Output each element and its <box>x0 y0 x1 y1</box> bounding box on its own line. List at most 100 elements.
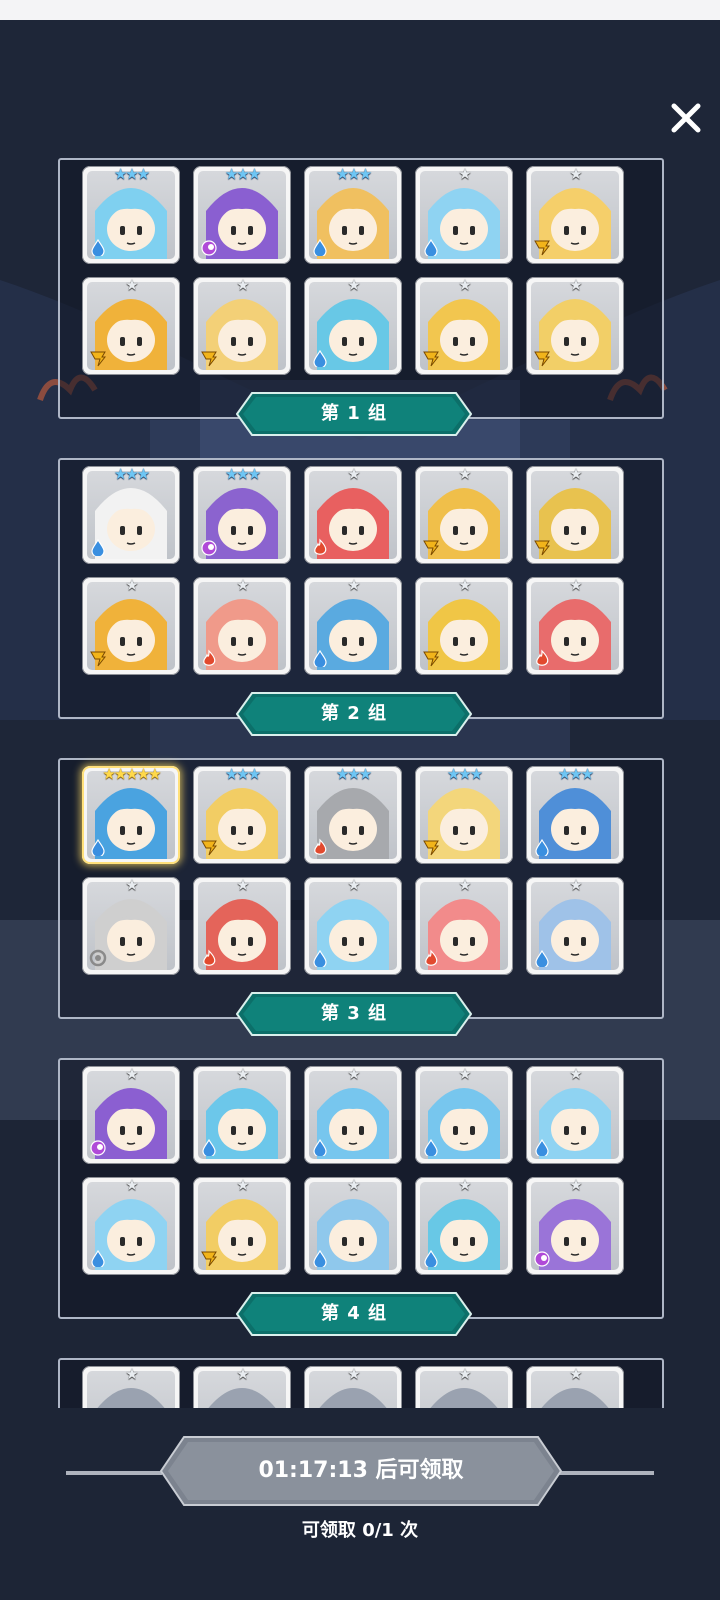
hero-card-angel[interactable]: ★ <box>193 1177 291 1275</box>
hero-card-blue-dragon[interactable]: ★ <box>193 1066 291 1164</box>
dark-element-icon <box>200 238 218 256</box>
hero-card-treasure-box[interactable]: ★ <box>415 577 513 675</box>
light-element-icon <box>200 1249 218 1267</box>
light-element-icon <box>422 649 440 667</box>
group-label-ribbon: 第 3 组 <box>236 992 472 1036</box>
star-rating: ★ <box>569 166 582 183</box>
star-rating: ★ <box>347 466 360 483</box>
star-rating: ★ <box>236 577 249 594</box>
hero-card-fox-staff[interactable]: ★ <box>415 466 513 564</box>
light-element-icon <box>422 538 440 556</box>
status-bar <box>0 0 720 20</box>
hero-card-dragon-head[interactable]: ★ <box>304 277 402 375</box>
close-button[interactable] <box>664 96 708 140</box>
hero-card-red-knight[interactable]: ★ <box>526 577 624 675</box>
star-rating: ★ <box>125 577 138 594</box>
hero-card-block-guy[interactable]: ★ <box>82 277 180 375</box>
water-element-icon <box>200 1138 218 1158</box>
hero-card-unicorn-knight[interactable]: ★ <box>415 277 513 375</box>
water-element-icon <box>89 538 107 558</box>
hero-card-partial[interactable]: ★ <box>415 1366 513 1408</box>
water-element-icon <box>533 949 551 969</box>
hero-card-partial[interactable]: ★ <box>193 1366 291 1408</box>
dark-element-icon <box>200 538 218 556</box>
star-rating: ★ <box>125 877 138 894</box>
hero-card-dragon-head-purple[interactable]: ★ <box>526 1177 624 1275</box>
dark-element-icon <box>89 1138 107 1156</box>
star-rating: ★★★ <box>113 466 150 483</box>
star-rating: ★ <box>458 166 471 183</box>
hero-card-ram-horn-blue[interactable]: ★ <box>82 1177 180 1275</box>
light-element-icon <box>422 838 440 856</box>
hero-card-skull-blue[interactable]: ★ <box>415 1066 513 1164</box>
light-element-icon <box>200 838 218 856</box>
light-element-icon <box>89 649 107 667</box>
hero-card-ram-horn-blue[interactable]: ★ <box>526 1066 624 1164</box>
star-rating: ★ <box>569 877 582 894</box>
hero-card-block-guy[interactable]: ★ <box>82 577 180 675</box>
hero-card-cat-girl[interactable]: ★ <box>526 166 624 264</box>
hero-card-gold-helm[interactable]: ★ <box>526 466 624 564</box>
hero-card-ice-princess[interactable]: ★★★ <box>82 166 180 264</box>
group-list[interactable]: ★★★ ★★★ ★★★ ★ ★ ★ ★ ★ ★ ★ 第 1 组 ★★★ ★★★ ★ ★ ★ ★ ★ ★ ★ ★ 第 2 组… <box>0 150 720 1408</box>
star-rating: ★ <box>569 466 582 483</box>
hero-card-cat-ears[interactable]: ★ <box>304 877 402 975</box>
light-element-icon <box>422 349 440 367</box>
hero-card-gold-crown[interactable]: ★★★ <box>415 766 513 864</box>
star-rating: ★ <box>347 1366 360 1383</box>
star-rating: ★ <box>125 277 138 294</box>
hero-card-red-dragon[interactable]: ★ <box>193 877 291 975</box>
footer-divider-left <box>66 1471 162 1475</box>
hero-card-partial[interactable]: ★ <box>304 1366 402 1408</box>
hero-card-white-hair[interactable]: ★★★ <box>82 466 180 564</box>
hero-card-iron-knight[interactable]: ★★★ <box>304 766 402 864</box>
hero-card-red-blob[interactable]: ★ <box>304 466 402 564</box>
star-rating: ★ <box>569 277 582 294</box>
star-rating: ★ <box>236 277 249 294</box>
hero-card-cross-knight-blue[interactable]: ★ <box>304 1177 402 1275</box>
hero-card-shell-crab[interactable]: ★ <box>415 877 513 975</box>
star-rating: ★ <box>347 277 360 294</box>
star-rating: ★ <box>125 1177 138 1194</box>
light-element-icon <box>533 538 551 556</box>
group-label: 第 1 组 <box>320 403 388 424</box>
water-element-icon <box>422 1249 440 1269</box>
claim-button-label: 01:17:13 后可领取 <box>258 1458 464 1483</box>
hero-card-blonde-curls[interactable]: ★★★ <box>193 766 291 864</box>
group-label: 第 3 组 <box>320 1003 388 1024</box>
fire-element-icon <box>311 538 329 556</box>
hero-card-blue-hair[interactable]: ★ <box>415 166 513 264</box>
hero-card-purple-book[interactable]: ★★★ <box>193 466 291 564</box>
hero-card-blue-totem[interactable]: ★ <box>304 577 402 675</box>
hero-card-clock-mage[interactable]: ★★★ <box>193 166 291 264</box>
star-rating: ★ <box>236 1066 249 1083</box>
hero-card-cross-knight[interactable]: ★ <box>193 577 291 675</box>
fire-element-icon <box>422 949 440 967</box>
dark-element-icon <box>533 1249 551 1267</box>
group-label-ribbon: 第 2 组 <box>236 692 472 736</box>
fire-element-icon <box>200 649 218 667</box>
hero-card-grey-cat[interactable]: ★ <box>82 877 180 975</box>
hero-card-hooded-mage[interactable]: ★★★ <box>526 766 624 864</box>
star-rating: ★ <box>236 1177 249 1194</box>
hero-card-partial[interactable]: ★ <box>82 1366 180 1408</box>
star-rating: ★★★ <box>446 766 483 783</box>
hero-card-skull-blue[interactable]: ★ <box>304 1066 402 1164</box>
star-rating: ★★★ <box>224 466 261 483</box>
star-rating: ★ <box>569 1066 582 1083</box>
star-rating: ★ <box>458 1066 471 1083</box>
hero-card-purple-blob[interactable]: ★ <box>82 1066 180 1164</box>
hero-card-partial[interactable]: ★ <box>526 1366 624 1408</box>
star-rating: ★★★ <box>224 766 261 783</box>
hero-card-queen[interactable]: ★★★ <box>304 166 402 264</box>
water-element-icon <box>533 838 551 858</box>
hero-card-visor-knight[interactable]: ★ <box>526 877 624 975</box>
claim-button[interactable]: 01:17:13 后可领取 <box>160 1436 562 1506</box>
hero-card-ram-horn[interactable]: ★ <box>193 277 291 375</box>
star-rating: ★ <box>458 1366 471 1383</box>
hero-card-dragon-head[interactable]: ★ <box>415 1177 513 1275</box>
group-label-ribbon: 第 4 组 <box>236 1292 472 1336</box>
star-rating: ★ <box>458 877 471 894</box>
hero-card-flame-mech[interactable]: ★★★★★ <box>82 766 180 864</box>
hero-card-white-knight[interactable]: ★ <box>526 277 624 375</box>
